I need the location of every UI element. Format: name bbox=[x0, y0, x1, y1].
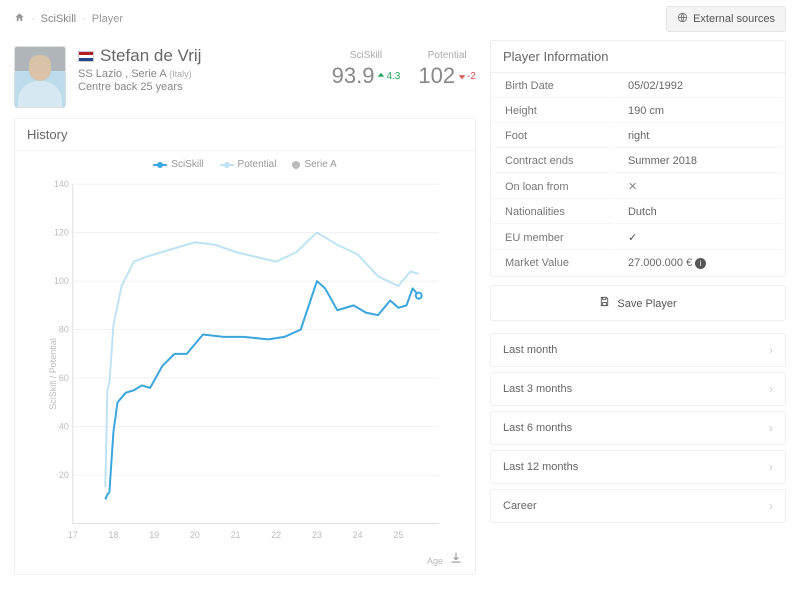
info-row: NationalitiesDutch bbox=[493, 201, 783, 224]
home-icon[interactable] bbox=[14, 12, 25, 26]
download-icon[interactable] bbox=[449, 551, 463, 568]
svg-text:80: 80 bbox=[59, 325, 69, 335]
x-axis-label: Age bbox=[427, 556, 443, 566]
chevron-right-icon: › bbox=[769, 382, 773, 396]
flag-netherlands-icon bbox=[78, 51, 94, 62]
info-row: Height190 cm bbox=[493, 100, 783, 123]
history-chart: SciSkill / Potential Age 20 40 60 80 100 120 1… bbox=[15, 174, 475, 574]
svg-text:140: 140 bbox=[54, 179, 69, 189]
info-row: EU member✓ bbox=[493, 226, 783, 250]
avatar bbox=[14, 46, 66, 108]
period-row[interactable]: Last month› bbox=[490, 333, 786, 367]
player-header: Stefan de Vrij SS Lazio , Serie A (Italy… bbox=[14, 40, 476, 118]
player-info-table: Birth Date05/02/1992Height190 cmFootrigh… bbox=[491, 73, 785, 276]
period-row[interactable]: Career› bbox=[490, 489, 786, 523]
player-position-line: Centre back 25 years bbox=[78, 81, 320, 93]
chevron-right-icon: › bbox=[769, 421, 773, 435]
breadcrumb-sciskill[interactable]: SciSkill bbox=[41, 13, 76, 25]
svg-text:25: 25 bbox=[393, 530, 403, 540]
svg-text:22: 22 bbox=[271, 530, 281, 540]
svg-text:21: 21 bbox=[231, 530, 241, 540]
info-row: Birth Date05/02/1992 bbox=[493, 75, 783, 98]
history-card: History SciSkill Potential Serie A SciSk… bbox=[14, 118, 476, 575]
period-row[interactable]: Last 6 months› bbox=[490, 411, 786, 445]
legend-potential[interactable]: Potential bbox=[220, 159, 277, 170]
svg-text:60: 60 bbox=[59, 373, 69, 383]
arrow-up-icon: 4.3 bbox=[377, 71, 400, 82]
sciskill-score: SciSkill 93.9 4.3 bbox=[332, 50, 401, 89]
globe-icon bbox=[677, 12, 688, 26]
chevron-right-icon: › bbox=[769, 343, 773, 357]
svg-text:17: 17 bbox=[68, 530, 78, 540]
info-row: Contract endsSummer 2018 bbox=[493, 150, 783, 173]
player-club-line: SS Lazio , Serie A (Italy) bbox=[78, 68, 320, 80]
info-icon[interactable]: i bbox=[695, 258, 706, 269]
chevron-right-icon: › bbox=[769, 460, 773, 474]
save-player-button[interactable]: Save Player bbox=[490, 285, 786, 321]
period-row[interactable]: Last 3 months› bbox=[490, 372, 786, 406]
player-name: Stefan de Vrij bbox=[100, 46, 201, 66]
svg-text:23: 23 bbox=[312, 530, 322, 540]
svg-text:20: 20 bbox=[59, 470, 69, 480]
svg-text:24: 24 bbox=[353, 530, 363, 540]
svg-text:40: 40 bbox=[59, 422, 69, 432]
svg-text:19: 19 bbox=[149, 530, 159, 540]
period-list: Last month› Last 3 months› Last 6 months› L… bbox=[490, 333, 786, 523]
y-axis-label: SciSkill / Potential bbox=[48, 338, 58, 410]
breadcrumb-player: Player bbox=[92, 13, 123, 25]
info-row: Market Value27.000.000 €i bbox=[493, 252, 783, 274]
svg-text:120: 120 bbox=[54, 228, 69, 238]
legend-seriea[interactable]: Serie A bbox=[292, 159, 336, 170]
potential-score: Potential 102 -2 bbox=[418, 50, 476, 89]
player-info-card: Player Information Birth Date05/02/1992H… bbox=[490, 40, 786, 277]
history-title: History bbox=[15, 119, 475, 151]
chevron-right-icon: › bbox=[769, 499, 773, 513]
svg-text:20: 20 bbox=[190, 530, 200, 540]
info-row: On loan from✕ bbox=[493, 175, 783, 199]
svg-text:18: 18 bbox=[109, 530, 119, 540]
svg-text:100: 100 bbox=[54, 276, 69, 286]
external-sources-button[interactable]: External sources bbox=[666, 6, 786, 32]
player-info-title: Player Information bbox=[491, 41, 785, 73]
legend-sciskill[interactable]: SciSkill bbox=[153, 159, 203, 170]
period-row[interactable]: Last 12 months› bbox=[490, 450, 786, 484]
save-icon bbox=[599, 298, 613, 310]
breadcrumb: · SciSkill · Player bbox=[14, 12, 123, 26]
info-row: Footright bbox=[493, 125, 783, 148]
chart-legend: SciSkill Potential Serie A bbox=[15, 151, 475, 174]
arrow-down-icon: -2 bbox=[458, 71, 476, 82]
